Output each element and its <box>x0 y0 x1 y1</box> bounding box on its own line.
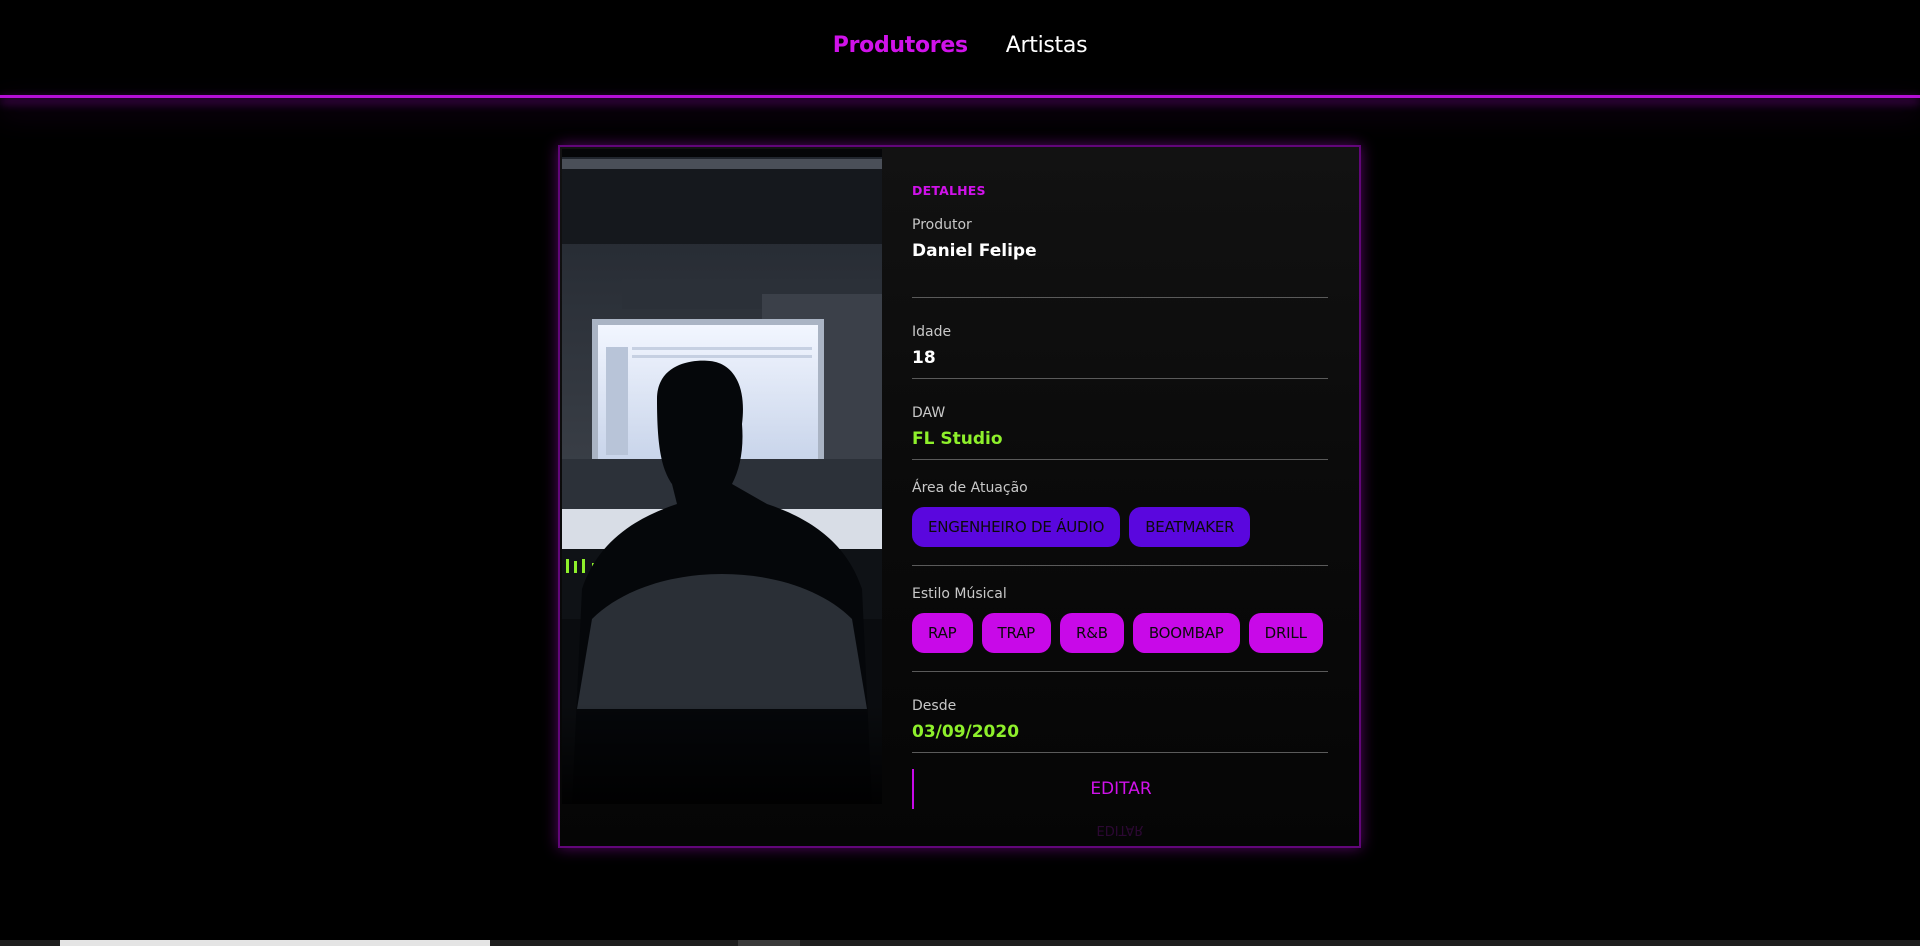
field-produtor: Produtor Daniel Felipe <box>912 217 1328 298</box>
produtor-label: Produtor <box>912 217 972 233</box>
producer-photo <box>562 149 882 804</box>
chip-beatmaker[interactable]: BEATMAKER <box>1129 507 1251 547</box>
field-idade: Idade 18 <box>912 298 1328 379</box>
details-section-title: DETALHES <box>912 183 986 198</box>
edit-button[interactable]: EDITAR <box>912 769 1328 809</box>
horizontal-scrollbar[interactable] <box>0 940 1920 946</box>
top-navigation: Produtores Artistas <box>0 0 1920 95</box>
producer-card: DETALHES Produtor Daniel Felipe Idade 18… <box>558 145 1361 848</box>
daw-value: FL Studio <box>912 429 1003 449</box>
scrollbar-segment <box>738 940 800 946</box>
estilo-label: Estilo Músical <box>912 586 1007 602</box>
estilo-chips: RAP TRAP R&B BOOMBAP DRILL <box>912 613 1328 653</box>
idade-value: 18 <box>912 348 936 368</box>
chip-drill[interactable]: DRILL <box>1248 613 1323 653</box>
chip-trap[interactable]: TRAP <box>981 613 1052 653</box>
chip-rap[interactable]: RAP <box>912 613 973 653</box>
edit-button-reflection: EDITAR <box>1096 822 1144 837</box>
daw-label: DAW <box>912 405 946 421</box>
desde-label: Desde <box>912 698 957 714</box>
chip-boombap[interactable]: BOOMBAP <box>1132 613 1240 653</box>
field-desde: Desde 03/09/2020 <box>912 672 1328 753</box>
area-chips: ENGENHEIRO DE ÁUDIO BEATMAKER <box>912 507 1328 547</box>
field-area-atuacao: Área de Atuação ENGENHEIRO DE ÁUDIO BEAT… <box>912 460 1328 566</box>
desde-value: 03/09/2020 <box>912 722 1020 742</box>
produtor-value: Daniel Felipe <box>912 241 1037 261</box>
nav-link-artistas[interactable]: Artistas <box>1006 33 1088 58</box>
nav-link-produtores[interactable]: Produtores <box>833 33 968 58</box>
idade-label: Idade <box>912 324 952 340</box>
field-daw: DAW FL Studio <box>912 379 1328 460</box>
chip-rnb[interactable]: R&B <box>1060 613 1124 653</box>
nav-glow-divider <box>0 95 1920 98</box>
area-label: Área de Atuação <box>912 480 1028 496</box>
scrollbar-thumb[interactable] <box>60 940 490 946</box>
details-panel: DETALHES Produtor Daniel Felipe Idade 18… <box>912 183 1328 753</box>
chip-engenheiro-de-audio[interactable]: ENGENHEIRO DE ÁUDIO <box>912 507 1121 547</box>
field-estilo-musical: Estilo Músical RAP TRAP R&B BOOMBAP DRIL… <box>912 566 1328 672</box>
